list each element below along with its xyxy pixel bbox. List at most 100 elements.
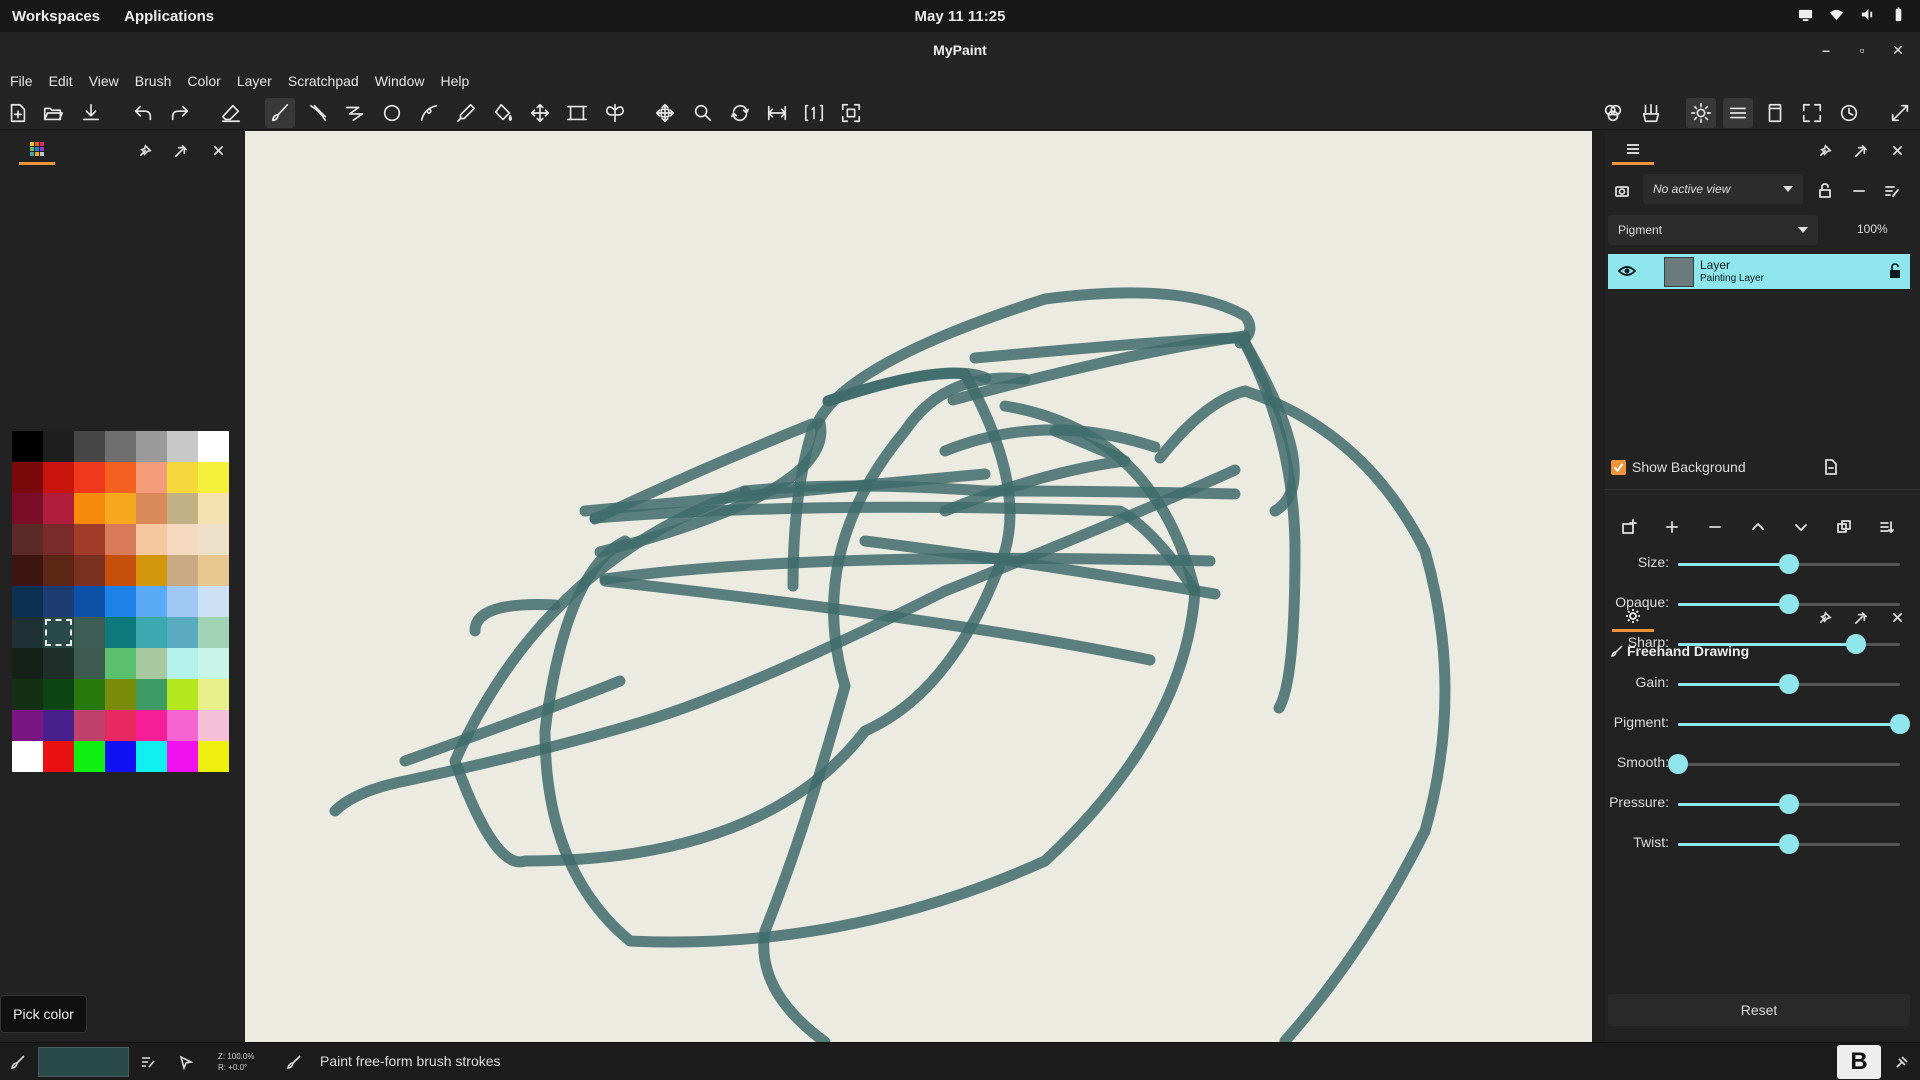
slider-track[interactable] xyxy=(1678,594,1900,614)
palette-swatch[interactable] xyxy=(136,493,167,524)
palette-swatch[interactable] xyxy=(43,493,74,524)
palette-swatch[interactable] xyxy=(74,648,105,679)
palette-swatch[interactable] xyxy=(105,741,136,772)
detach-icon[interactable] xyxy=(170,139,192,161)
reset-button[interactable]: Reset xyxy=(1608,994,1910,1026)
slider-knob[interactable] xyxy=(1890,714,1910,734)
palette-swatch[interactable] xyxy=(136,586,167,617)
blend-mode-dropdown[interactable]: Pigment xyxy=(1608,215,1818,245)
layers-panel-icon[interactable] xyxy=(1723,98,1753,128)
edit-view-icon[interactable] xyxy=(1878,177,1906,205)
close-panel-icon[interactable] xyxy=(1886,139,1908,161)
palette-swatch[interactable] xyxy=(74,431,105,462)
slider-knob[interactable] xyxy=(1668,754,1688,774)
move-layer-icon[interactable] xyxy=(525,98,555,128)
palette-swatch[interactable] xyxy=(12,710,43,741)
palette-swatch[interactable] xyxy=(167,710,198,741)
pin-icon[interactable] xyxy=(1814,139,1836,161)
frame-icon[interactable] xyxy=(562,98,592,128)
palette-swatch[interactable] xyxy=(105,493,136,524)
palette-swatch[interactable] xyxy=(74,555,105,586)
palette-swatch[interactable] xyxy=(43,679,74,710)
palette-swatch[interactable] xyxy=(74,617,105,648)
clock[interactable]: May 11 11:25 xyxy=(915,8,1006,25)
merge-down-icon[interactable] xyxy=(1873,513,1901,541)
fullscreen-icon[interactable] xyxy=(1797,98,1827,128)
maximize-button[interactable]: ▫ xyxy=(1848,36,1876,64)
palette-swatch[interactable] xyxy=(12,741,43,772)
palette-swatch[interactable] xyxy=(105,679,136,710)
color-wheel-icon[interactable] xyxy=(1598,98,1628,128)
palette-swatch[interactable] xyxy=(74,679,105,710)
add-layer-icon[interactable] xyxy=(1658,513,1686,541)
menu-edit[interactable]: Edit xyxy=(41,73,81,89)
eraser-icon[interactable] xyxy=(216,98,246,128)
palette-swatch[interactable] xyxy=(12,493,43,524)
palette-swatch[interactable] xyxy=(43,586,74,617)
palette-swatch[interactable] xyxy=(167,555,198,586)
palette-swatch[interactable] xyxy=(74,524,105,555)
menu-color[interactable]: Color xyxy=(179,73,228,89)
display-icon[interactable] xyxy=(1798,7,1813,26)
duplicate-icon[interactable] xyxy=(1830,513,1858,541)
menu-layer[interactable]: Layer xyxy=(229,73,280,89)
snapshot-icon[interactable] xyxy=(1608,177,1636,205)
fit-view-icon[interactable] xyxy=(836,98,866,128)
close-panel-icon[interactable] xyxy=(1886,606,1908,628)
palette-swatch[interactable] xyxy=(43,555,74,586)
inking-icon[interactable] xyxy=(303,98,333,128)
battery-icon[interactable] xyxy=(1891,6,1906,26)
palette-swatch[interactable] xyxy=(12,679,43,710)
palette-swatch[interactable] xyxy=(167,462,198,493)
detach-icon[interactable] xyxy=(1850,606,1872,628)
rotate-icon[interactable] xyxy=(725,98,755,128)
palette-swatch[interactable] xyxy=(12,648,43,679)
menu-view[interactable]: View xyxy=(81,73,127,89)
preferences-icon[interactable] xyxy=(1686,98,1716,128)
slider-track[interactable] xyxy=(1678,714,1910,734)
pan-icon[interactable] xyxy=(650,98,680,128)
palette-swatch[interactable] xyxy=(43,431,74,462)
brush-settings-icon[interactable] xyxy=(1636,98,1666,128)
remove-layer-icon[interactable] xyxy=(1701,513,1729,541)
palette-swatch[interactable] xyxy=(43,710,74,741)
slider-track[interactable] xyxy=(1678,674,1900,694)
palette-swatch[interactable] xyxy=(198,679,229,710)
brush-icon[interactable] xyxy=(10,1054,26,1070)
palette-swatch[interactable] xyxy=(136,710,167,741)
palette-swatch[interactable] xyxy=(43,524,74,555)
palette-swatch[interactable] xyxy=(12,586,43,617)
palette-swatch[interactable] xyxy=(136,431,167,462)
pick-layer-icon[interactable] xyxy=(178,1054,194,1070)
zoom-icon[interactable] xyxy=(688,98,718,128)
palette-swatch[interactable] xyxy=(198,462,229,493)
palette-swatch[interactable] xyxy=(198,431,229,462)
history-icon[interactable] xyxy=(1834,98,1864,128)
palette-swatch[interactable] xyxy=(105,431,136,462)
bezier-icon[interactable] xyxy=(414,98,444,128)
ellipse-icon[interactable] xyxy=(377,98,407,128)
show-background-label[interactable]: Show Background xyxy=(1632,459,1746,475)
palette-swatch[interactable] xyxy=(136,555,167,586)
menu-brush[interactable]: Brush xyxy=(127,73,180,89)
mirror-icon[interactable] xyxy=(762,98,792,128)
lock-view-icon[interactable] xyxy=(1811,177,1839,205)
minimize-button[interactable]: – xyxy=(1812,36,1840,64)
layers-tab[interactable] xyxy=(1605,131,1661,167)
palette-swatch[interactable] xyxy=(136,679,167,710)
redo-icon[interactable] xyxy=(165,98,195,128)
open-file-icon[interactable] xyxy=(38,98,68,128)
palette-swatch[interactable] xyxy=(105,555,136,586)
applications-menu[interactable]: Applications xyxy=(112,8,226,25)
layer-row[interactable]: Layer Painting Layer xyxy=(1608,254,1910,289)
palette-swatch[interactable] xyxy=(167,741,198,772)
palette-swatch[interactable] xyxy=(198,648,229,679)
workspaces-menu[interactable]: Workspaces xyxy=(0,8,112,25)
move-down-icon[interactable] xyxy=(1787,513,1815,541)
palette-swatch[interactable] xyxy=(136,462,167,493)
brush-icon[interactable] xyxy=(265,98,295,128)
palette-swatch[interactable] xyxy=(167,493,198,524)
palette-swatch[interactable] xyxy=(12,462,43,493)
palette-swatch[interactable] xyxy=(12,524,43,555)
detach-icon[interactable] xyxy=(1850,139,1872,161)
